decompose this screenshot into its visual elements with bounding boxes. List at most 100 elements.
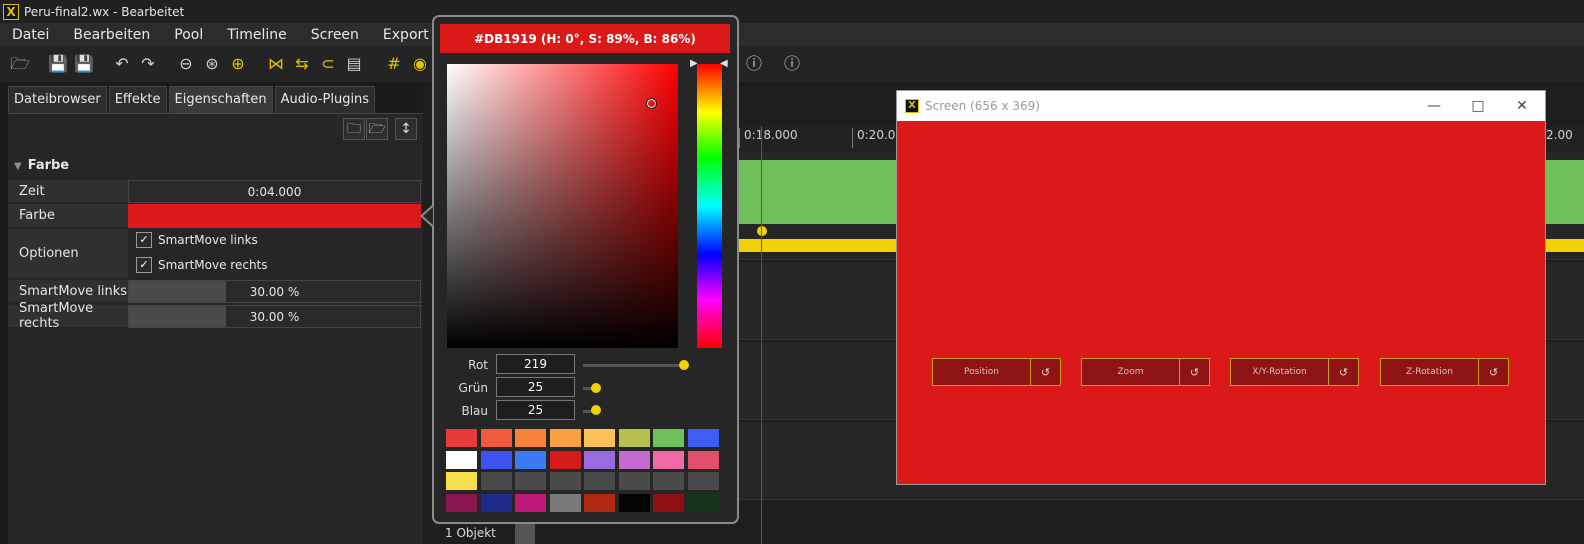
color-swatch[interactable]: [687, 429, 719, 447]
xy-rotation-control[interactable]: X/Y-Rotation ↺: [1230, 358, 1359, 386]
ruler-icon[interactable]: ▤: [344, 54, 364, 74]
minimize-icon[interactable]: —: [1423, 95, 1445, 117]
folder-icon[interactable]: 🗀: [343, 118, 365, 140]
input-blau[interactable]: 25: [496, 400, 575, 420]
color-swatch[interactable]: [653, 493, 684, 512]
color-swatch[interactable]: [653, 450, 684, 469]
smartmove-links-checkbox-row[interactable]: ✓ SmartMove links: [136, 232, 258, 248]
color-swatch[interactable]: [515, 450, 546, 469]
z-rotation-button[interactable]: Z-Rotation: [1381, 359, 1479, 385]
position-control[interactable]: Position ↺: [932, 358, 1061, 386]
swap-icon[interactable]: ⇆: [292, 54, 312, 74]
xy-rotation-button[interactable]: X/Y-Rotation: [1231, 359, 1329, 385]
reset-icon[interactable]: ↺: [1031, 359, 1060, 385]
playhead[interactable]: [761, 126, 762, 544]
zoom-in-icon[interactable]: ⊕: [228, 54, 248, 74]
color-cursor[interactable]: [646, 98, 657, 109]
position-button[interactable]: Position: [933, 359, 1031, 385]
color-swatch[interactable]: [549, 429, 581, 447]
hue-marker-left-icon[interactable]: ▶: [690, 58, 698, 69]
section-farbe[interactable]: ▼ Farbe: [14, 158, 69, 173]
reset-icon[interactable]: ↺: [1479, 359, 1508, 385]
scrollbar-thumb[interactable]: [515, 522, 535, 544]
hue-marker-right-icon[interactable]: ◀: [720, 58, 728, 69]
menu-timeline[interactable]: Timeline: [215, 27, 299, 43]
saturation-brightness-field[interactable]: [447, 64, 678, 348]
help-icon[interactable]: ⓘ: [744, 54, 764, 74]
color-swatch[interactable]: [549, 493, 581, 512]
screen-preview-canvas[interactable]: Position ↺ Zoom ↺ X/Y-Rotation ↺ Z-Rotat…: [897, 121, 1545, 484]
color-swatch[interactable]: [618, 450, 650, 469]
color-swatch[interactable]: [584, 493, 615, 512]
hue-slider[interactable]: [697, 64, 722, 348]
smartmove-rechts-checkbox-row[interactable]: ✓ SmartMove rechts: [136, 257, 268, 273]
slider-rot[interactable]: [583, 364, 685, 367]
checkbox-smartmove-links[interactable]: ✓: [136, 232, 152, 248]
color-swatch[interactable]: [549, 450, 581, 469]
save-all-icon[interactable]: 💾: [74, 54, 94, 74]
color-swatch[interactable]: [446, 493, 477, 512]
zoom-fit-icon[interactable]: ⊛: [202, 54, 222, 74]
color-swatch[interactable]: [618, 429, 650, 447]
color-swatch[interactable]: [584, 429, 615, 447]
slider-blau-knob[interactable]: [591, 405, 601, 415]
close-icon[interactable]: ✕: [1511, 95, 1533, 117]
snap-icon[interactable]: ◉: [410, 54, 430, 74]
slider-rot-knob[interactable]: [679, 360, 689, 370]
color-swatch[interactable]: [653, 429, 684, 447]
smartmove-links-slider[interactable]: 30.00 %: [128, 280, 421, 303]
color-swatch[interactable]: [618, 493, 650, 512]
grid-icon[interactable]: #: [384, 54, 404, 74]
redo-icon[interactable]: ↷: [138, 54, 158, 74]
tab-effekte[interactable]: Effekte: [108, 86, 167, 113]
color-swatch[interactable]: [584, 450, 615, 469]
screen-title-bar[interactable]: X Screen (656 x 369) — □ ✕: [897, 91, 1545, 121]
undo-icon[interactable]: ↶: [112, 54, 132, 74]
tab-audio-plugins[interactable]: Audio-Plugins: [274, 86, 376, 113]
transition-icon[interactable]: ⋈: [266, 54, 286, 74]
zeit-value[interactable]: 0:04.000: [128, 180, 421, 203]
color-swatch[interactable]: [480, 450, 512, 469]
zoom-control[interactable]: Zoom ↺: [1081, 358, 1210, 386]
menu-export[interactable]: Export: [371, 27, 441, 43]
color-swatch[interactable]: [446, 450, 477, 469]
zoom-button[interactable]: Zoom: [1082, 359, 1180, 385]
color-swatch[interactable]: [549, 472, 581, 490]
input-rot[interactable]: 219: [496, 354, 575, 374]
checkbox-smartmove-rechts[interactable]: ✓: [136, 257, 152, 273]
color-swatch[interactable]: [618, 472, 650, 490]
magnet-icon[interactable]: ⊂: [318, 54, 338, 74]
menu-datei[interactable]: Datei: [0, 27, 61, 43]
color-field[interactable]: [128, 204, 421, 228]
color-swatch[interactable]: [687, 493, 719, 512]
smartmove-rechts-slider[interactable]: 30.00 %: [128, 305, 421, 328]
color-swatch[interactable]: [480, 493, 512, 512]
menu-bearbeiten[interactable]: Bearbeiten: [61, 27, 162, 43]
keyframe-marker[interactable]: [757, 226, 767, 236]
maximize-icon[interactable]: □: [1467, 95, 1489, 117]
info-icon[interactable]: ⓘ: [782, 54, 802, 74]
color-swatch[interactable]: [687, 472, 719, 490]
reset-icon[interactable]: ↺: [1329, 359, 1358, 385]
color-swatch[interactable]: [446, 472, 477, 490]
color-swatch[interactable]: [515, 472, 546, 490]
open-folder-icon[interactable]: 🗁: [10, 54, 30, 74]
zoom-out-icon[interactable]: ⊖: [176, 54, 196, 74]
color-swatch[interactable]: [480, 429, 512, 447]
color-swatch[interactable]: [446, 429, 477, 447]
color-swatch[interactable]: [687, 450, 719, 469]
slider-gruen-knob[interactable]: [591, 383, 601, 393]
input-gruen[interactable]: 25: [496, 377, 575, 397]
reset-icon[interactable]: ↺: [1180, 359, 1209, 385]
color-swatch[interactable]: [480, 472, 512, 490]
color-swatch[interactable]: [515, 429, 546, 447]
color-swatch[interactable]: [515, 493, 546, 512]
tab-eigenschaften[interactable]: Eigenschaften: [168, 86, 273, 113]
collapse-icon[interactable]: ↕: [395, 118, 417, 140]
save-icon[interactable]: 💾: [48, 54, 68, 74]
tab-dateibrowser[interactable]: Dateibrowser: [8, 86, 107, 113]
menu-pool[interactable]: Pool: [162, 27, 215, 43]
color-swatch[interactable]: [653, 472, 684, 490]
open-folder-button-icon[interactable]: 🗁: [366, 118, 388, 140]
color-swatch[interactable]: [584, 472, 615, 490]
